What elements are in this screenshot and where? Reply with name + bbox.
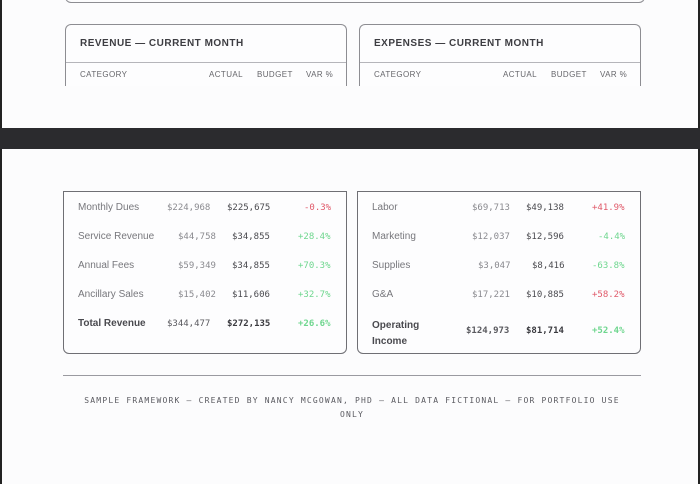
row-category: Annual Fees <box>78 260 135 271</box>
table-row-total: Total Revenue $344,477 $272,135 +26.6% <box>64 314 346 334</box>
row-budget: $225,675 <box>227 203 271 213</box>
row-budget: $10,885 <box>526 290 564 300</box>
column-header-budget: BUDGET <box>257 70 293 79</box>
table-row: Ancillary Sales $15,402 $11,606 +32.7% <box>64 285 346 305</box>
row-budget: $272,135 <box>227 319 271 329</box>
row-budget: $12,596 <box>526 232 564 242</box>
footer-divider <box>63 375 641 376</box>
table-row: Labor $69,713 $49,138 +41.9% <box>358 198 640 218</box>
previous-card-bottom-edge <box>65 0 645 3</box>
row-variance: +28.4% <box>298 232 331 242</box>
column-header-var: VAR % <box>600 70 628 79</box>
footer-disclaimer: SAMPLE FRAMEWORK — CREATED BY NANCY MCGO… <box>84 396 620 419</box>
row-category-line1: Operating <box>372 320 420 331</box>
row-actual: $69,713 <box>472 203 510 213</box>
row-variance: +58.2% <box>592 290 625 300</box>
row-actual: $3,047 <box>478 261 511 271</box>
row-actual: $59,349 <box>178 261 216 271</box>
table-row-total: Operating Income $124,973 $81,714 +52.4% <box>358 314 640 347</box>
row-actual: $17,221 <box>472 290 510 300</box>
revenue-table-body: Monthly Dues $224,968 $225,675 -0.3% Ser… <box>63 191 347 354</box>
header-divider <box>360 62 640 63</box>
row-variance: -4.4% <box>598 232 626 242</box>
column-header-var: VAR % <box>306 70 334 79</box>
table-row: Service Revenue $44,758 $34,855 +28.4% <box>64 227 346 247</box>
row-budget: $81,714 <box>526 326 564 336</box>
row-category: Operating Income <box>372 318 419 350</box>
row-variance: -0.3% <box>304 203 332 213</box>
column-header-actual: ACTUAL <box>209 70 243 79</box>
row-category: Ancillary Sales <box>78 289 144 300</box>
revenue-panel-title: REVENUE — CURRENT MONTH <box>80 38 244 49</box>
table-row: Annual Fees $59,349 $34,855 +70.3% <box>64 256 346 276</box>
table-row: G&A $17,221 $10,885 +58.2% <box>358 285 640 305</box>
row-category: Service Revenue <box>78 231 155 242</box>
table-row: Marketing $12,037 $12,596 -4.4% <box>358 227 640 247</box>
row-actual: $224,968 <box>167 203 211 213</box>
column-header-budget: BUDGET <box>551 70 587 79</box>
expenses-panel-title: EXPENSES — CURRENT MONTH <box>374 38 544 49</box>
row-actual: $124,973 <box>466 326 510 336</box>
row-category: Total Revenue <box>78 318 146 329</box>
page-break-band <box>0 128 700 149</box>
table-row: Monthly Dues $224,968 $225,675 -0.3% <box>64 198 346 218</box>
row-category: Monthly Dues <box>78 202 140 213</box>
top-section: REVENUE — CURRENT MONTH CATEGORY ACTUAL … <box>0 0 700 128</box>
row-variance: +70.3% <box>298 261 331 271</box>
row-variance: -63.8% <box>592 261 625 271</box>
row-variance: +32.7% <box>298 290 331 300</box>
expenses-panel-header: EXPENSES — CURRENT MONTH CATEGORY ACTUAL… <box>359 24 641 86</box>
row-budget: $11,606 <box>232 290 270 300</box>
row-category: Supplies <box>372 260 411 271</box>
revenue-panel-header: REVENUE — CURRENT MONTH CATEGORY ACTUAL … <box>65 24 347 86</box>
row-budget: $8,416 <box>532 261 565 271</box>
table-row: Supplies $3,047 $8,416 -63.8% <box>358 256 640 276</box>
row-category-line2: Income <box>372 336 408 347</box>
header-divider <box>66 62 346 63</box>
row-category: Marketing <box>372 231 416 242</box>
expenses-table-body: Labor $69,713 $49,138 +41.9% Marketing $… <box>357 191 641 354</box>
row-budget: $34,855 <box>232 232 270 242</box>
column-header-category: CATEGORY <box>374 70 422 79</box>
column-header-category: CATEGORY <box>80 70 128 79</box>
row-category: Labor <box>372 202 398 213</box>
row-actual: $44,758 <box>178 232 216 242</box>
row-budget: $34,855 <box>232 261 270 271</box>
row-actual: $344,477 <box>167 319 211 329</box>
row-category: G&A <box>372 289 394 300</box>
column-header-actual: ACTUAL <box>503 70 537 79</box>
row-budget: $49,138 <box>526 203 564 213</box>
row-variance: +52.4% <box>592 326 625 336</box>
row-actual: $12,037 <box>472 232 510 242</box>
row-variance: +26.6% <box>298 319 331 329</box>
row-actual: $15,402 <box>178 290 216 300</box>
row-variance: +41.9% <box>592 203 625 213</box>
